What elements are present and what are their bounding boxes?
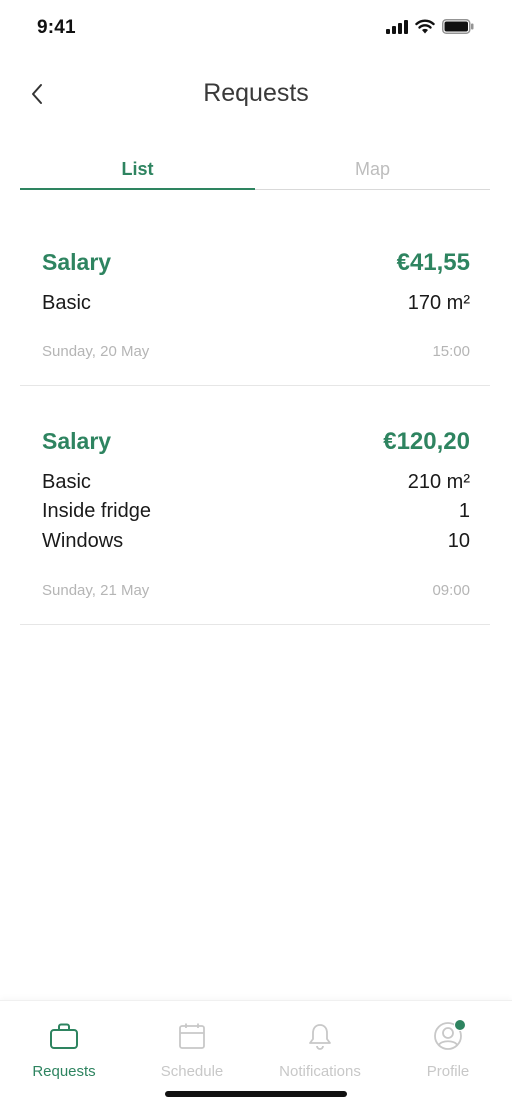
request-amount: €41,55 (396, 249, 470, 276)
item-value: 1 (458, 500, 470, 522)
status-time: 9:41 (37, 17, 76, 38)
item-value: 170 m² (407, 292, 470, 314)
item-label: Inside fridge (42, 500, 151, 522)
tab-map[interactable]: Map (255, 148, 490, 189)
request-meta: Sunday, 21 May 09:00 (42, 582, 470, 599)
cellular-signal-icon (386, 19, 408, 34)
bell-icon (309, 1024, 331, 1050)
status-icons (386, 19, 474, 34)
request-card[interactable]: Salary €120,20 Basic 210 m² Inside fridg… (20, 407, 490, 625)
item-value: 210 m² (407, 471, 470, 493)
wifi-icon (415, 19, 435, 34)
tab-notifications[interactable]: Notifications (256, 1019, 384, 1081)
request-meta: Sunday, 20 May 15:00 (42, 343, 470, 360)
tab-list[interactable]: List (20, 148, 255, 189)
navigation-bar: Requests (0, 64, 512, 124)
request-date: Sunday, 21 May (42, 582, 150, 599)
item-label: Basic (42, 471, 91, 493)
request-amount: €120,20 (383, 428, 470, 455)
request-header: Salary €120,20 (42, 428, 470, 456)
battery-icon (442, 19, 474, 34)
tab-profile[interactable]: Profile (384, 1019, 512, 1081)
request-item: Inside fridge 1 (42, 500, 470, 523)
request-card[interactable]: Salary €41,55 Basic 170 m² Sunday, 20 Ma… (20, 228, 490, 386)
request-header: Salary €41,55 (42, 249, 470, 277)
item-value: 10 (447, 530, 470, 552)
notification-badge-dot (454, 1019, 466, 1031)
tab-label: Notifications (279, 1063, 361, 1080)
request-item: Basic 210 m² (42, 471, 470, 494)
item-label: Basic (42, 292, 91, 314)
status-bar: 9:41 (0, 0, 512, 56)
request-title: Salary (42, 249, 112, 275)
tab-label: Profile (426, 1063, 470, 1080)
request-time: 09:00 (432, 582, 470, 599)
request-item: Basic 170 m² (42, 292, 470, 315)
request-time: 15:00 (432, 343, 470, 360)
active-tab-indicator (20, 188, 255, 190)
page-title: Requests (203, 79, 309, 107)
request-date: Sunday, 20 May (42, 343, 150, 360)
request-title: Salary (42, 428, 112, 454)
tab-label: Schedule (160, 1063, 224, 1080)
item-label: Windows (42, 530, 124, 552)
calendar-icon (179, 1023, 205, 1049)
request-item: Windows 10 (42, 530, 470, 553)
tab-requests[interactable]: Requests (0, 1019, 128, 1081)
briefcase-icon (50, 1023, 78, 1049)
home-indicator (165, 1091, 347, 1097)
tab-label: Requests (32, 1063, 96, 1080)
view-tabs: List Map (20, 148, 490, 190)
tab-schedule[interactable]: Schedule (128, 1019, 256, 1081)
